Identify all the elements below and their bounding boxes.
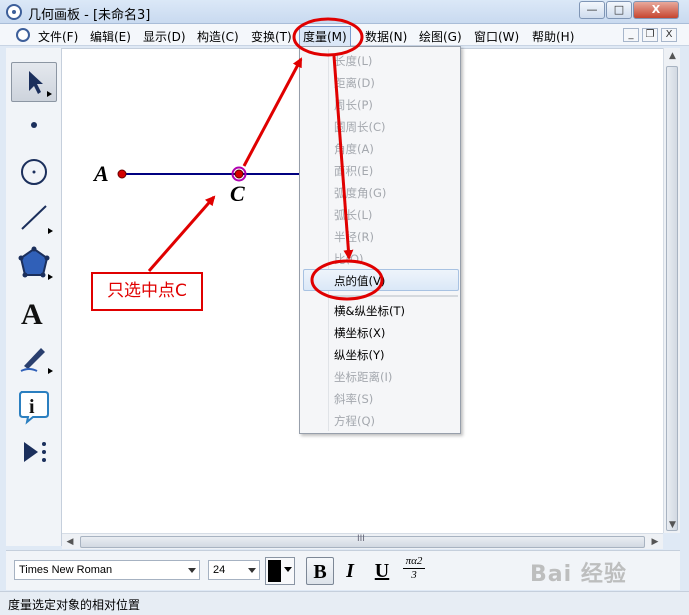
vertical-scrollbar[interactable]: ▲ ▼	[663, 48, 680, 533]
doc-restore-button[interactable]: ❐	[642, 28, 658, 42]
measure-menu-item: 面积(E)	[334, 164, 374, 178]
straightedge-tool[interactable]	[11, 198, 57, 238]
measure-menu-item: 周长(P)	[334, 98, 373, 112]
point-tool[interactable]	[11, 105, 57, 145]
point-c-label: C	[230, 181, 245, 206]
vertical-scroll-thumb[interactable]	[666, 66, 678, 531]
text-tool[interactable]: A	[11, 292, 57, 332]
tool-flyout-indicator	[48, 368, 53, 374]
minimize-button[interactable]: —	[579, 1, 605, 19]
italic-button[interactable]: I	[336, 557, 364, 585]
compass-tool-icon	[21, 159, 47, 185]
measure-menu-item: 半径(R)	[334, 230, 374, 244]
menu-bar: 文件(F) 编辑(E) 显示(D) 构造(C) 变换(T) 度量(M) 数据(N…	[0, 24, 689, 47]
doc-minimize-button[interactable]: _	[623, 28, 639, 42]
scroll-grip-icon: III	[357, 534, 365, 544]
menu-file[interactable]: 文件(F)	[35, 27, 81, 46]
horizontal-scrollbar[interactable]: ◀ III ▶	[62, 533, 663, 549]
compass-tool[interactable]	[11, 152, 57, 192]
chevron-down-icon	[248, 568, 256, 573]
chevron-down-icon	[284, 567, 292, 572]
scroll-down-icon[interactable]: ▼	[664, 517, 681, 533]
menu-data[interactable]: 数据(N)	[362, 27, 410, 46]
text-tool-icon: A	[21, 298, 43, 331]
measure-menu-item: 斜率(S)	[334, 392, 374, 406]
custom-tool[interactable]	[11, 432, 57, 472]
measure-menu-item: 距离(D)	[334, 76, 375, 90]
measure-menu-item: 坐标距离(I)	[334, 370, 393, 384]
custom-tool-icon	[24, 442, 46, 462]
underline-button[interactable]: U	[368, 557, 396, 585]
document-icon[interactable]	[16, 28, 30, 42]
measure-menu-item[interactable]: 点的值(V)	[334, 271, 385, 291]
measure-menu-item[interactable]: 横&纵坐标(T)	[334, 301, 405, 321]
information-tool[interactable]: i	[11, 386, 57, 426]
svg-text:A: A	[21, 298, 43, 331]
font-family-select[interactable]: Times New Roman	[14, 560, 200, 580]
menu-separator	[330, 296, 458, 297]
point-a-label: A	[94, 161, 109, 186]
point-tool-icon	[31, 122, 37, 128]
menu-transform[interactable]: 变换(T)	[248, 27, 295, 46]
menu-measure[interactable]: 度量(M)	[299, 26, 351, 47]
toolbox: A i	[6, 48, 62, 546]
doc-close-button[interactable]: X	[661, 28, 677, 42]
annotation-callout: 只选中点C	[91, 272, 203, 311]
measure-menu-item: 圆周长(C)	[334, 120, 386, 134]
math-symbol-bottom: 3	[411, 569, 417, 581]
menu-edit[interactable]: 编辑(E)	[87, 27, 134, 46]
menu-construct[interactable]: 构造(C)	[194, 27, 242, 46]
window-title: 几何画板 - [未命名3]	[28, 8, 151, 23]
measure-menu-item[interactable]: 纵坐标(Y)	[334, 345, 385, 365]
arrow-tool[interactable]	[11, 62, 57, 102]
close-button[interactable]: X	[633, 1, 679, 19]
menu-graph[interactable]: 绘图(G)	[416, 27, 465, 46]
svg-text:i: i	[29, 396, 35, 418]
measure-menu-item: 比(O)	[334, 252, 364, 266]
font-size-value: 24	[213, 564, 226, 576]
scroll-up-icon[interactable]: ▲	[664, 48, 681, 64]
measure-menu-item: 角度(A)	[334, 142, 374, 156]
scroll-left-icon[interactable]: ◀	[62, 534, 78, 550]
tool-flyout-indicator	[48, 228, 53, 234]
maximize-button[interactable]: □	[606, 1, 632, 19]
measure-menu: 长度(L) 距离(D) 周长(P) 圆周长(C) 角度(A) 面积(E) 弧度角(G) 弧长(…	[299, 46, 461, 434]
measure-menu-item[interactable]: 横坐标(X)	[334, 323, 385, 343]
baidu-watermark: Bai 经验	[530, 562, 627, 587]
marker-tool[interactable]	[11, 338, 57, 378]
menu-help[interactable]: 帮助(H)	[529, 27, 577, 46]
color-swatch	[268, 560, 281, 582]
color-picker[interactable]	[265, 557, 295, 585]
tool-flyout-indicator	[47, 91, 52, 97]
measure-menu-item: 弧长(L)	[334, 208, 373, 222]
arrow-tool-icon	[29, 71, 43, 94]
measure-menu-item: 弧度角(G)	[334, 186, 387, 200]
information-tool-icon: i	[19, 391, 49, 425]
font-size-select[interactable]: 24	[208, 560, 260, 580]
math-symbol-button[interactable]: πα2 3	[400, 555, 428, 587]
menu-gutter	[328, 49, 329, 431]
title-bar: 几何画板 - [未命名3] — □ X	[0, 0, 689, 24]
font-family-value: Times New Roman	[19, 564, 113, 576]
measure-menu-item: 长度(L)	[334, 54, 373, 68]
tool-flyout-indicator	[48, 274, 53, 280]
app-icon	[6, 4, 22, 20]
polygon-tool[interactable]	[11, 244, 57, 284]
measure-menu-item: 方程(Q)	[334, 414, 376, 428]
status-bar: 度量选定对象的相对位置	[0, 591, 689, 615]
menu-display[interactable]: 显示(D)	[140, 27, 189, 46]
menu-window[interactable]: 窗口(W)	[471, 27, 522, 46]
math-symbol-top: πα2	[403, 555, 425, 569]
bold-button[interactable]: B	[306, 557, 334, 585]
status-text: 度量选定对象的相对位置	[8, 598, 141, 612]
chevron-down-icon	[188, 568, 196, 573]
scroll-right-icon[interactable]: ▶	[647, 534, 663, 550]
